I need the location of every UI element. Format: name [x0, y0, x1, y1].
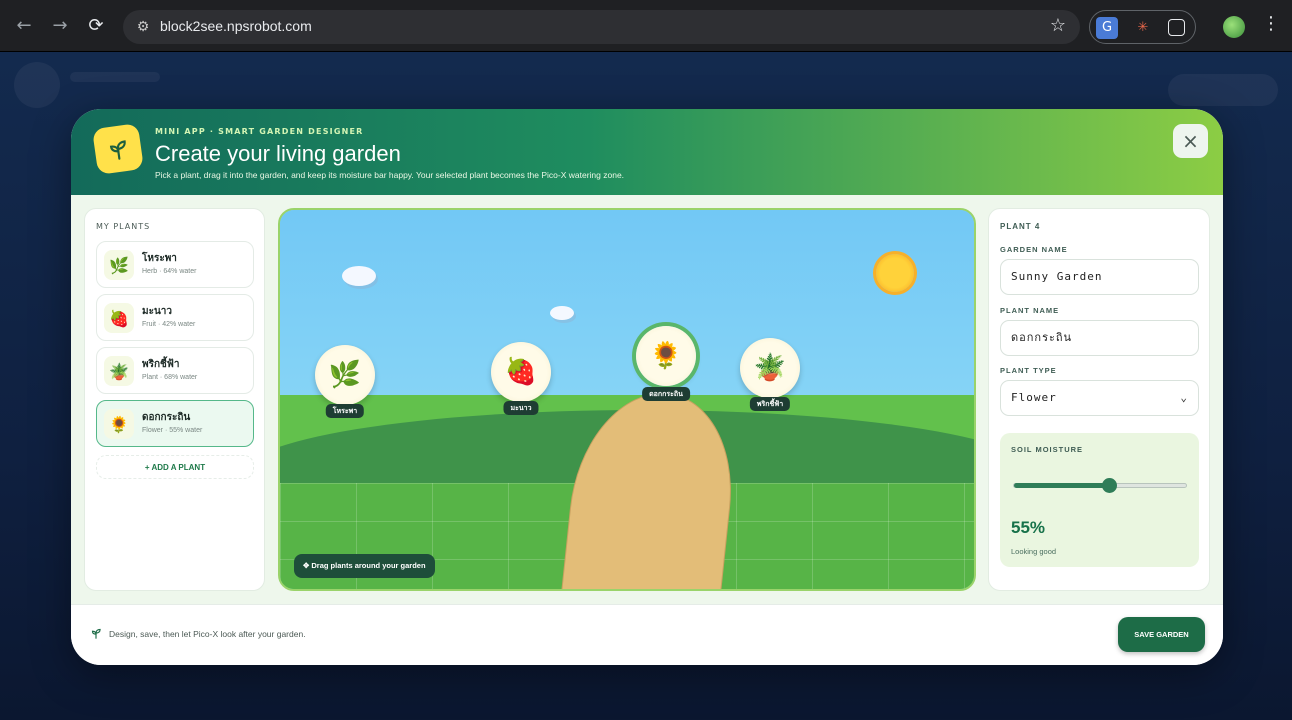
- plant-heading: PLANT 4: [1000, 222, 1041, 231]
- garden-plant-sunflower-selected[interactable]: 🌻: [636, 326, 696, 386]
- sun-icon: [876, 254, 914, 292]
- moisture-slider-fill: [1014, 483, 1109, 488]
- plant-card-3[interactable]: 🪴 พริกชี้ฟ้า Plant · 68% water: [96, 347, 254, 394]
- garden-name-label: GARDEN NAME: [1000, 245, 1068, 254]
- soil-moisture-card: SOIL MOISTURE 55% Looking good: [1000, 433, 1199, 567]
- garden-plant-label: พริกชี้ฟ้า: [749, 397, 791, 411]
- soil-moisture-label: SOIL MOISTURE: [1011, 445, 1084, 454]
- backdrop-text: [70, 72, 160, 82]
- back-icon[interactable]: ←: [12, 14, 36, 38]
- sky: [280, 210, 974, 400]
- puzzle-extensions-icon[interactable]: [1168, 19, 1185, 36]
- profile-avatar[interactable]: [1223, 16, 1245, 38]
- chevron-down-icon: ⌄: [1180, 391, 1188, 404]
- plant-card-meta: Plant · 68% water: [142, 374, 198, 381]
- potted-plant-icon: 🪴: [104, 356, 134, 386]
- plant-type-label: PLANT TYPE: [1000, 366, 1057, 375]
- plant-name-field[interactable]: ดอกกระถิน: [1000, 320, 1199, 356]
- herb-icon: 🌿: [104, 250, 134, 280]
- browser-menu-icon[interactable]: ⋮: [1262, 13, 1280, 34]
- drag-hint: ✥ Drag plants around your garden: [294, 554, 435, 578]
- backdrop-logo: [14, 62, 60, 108]
- url-text[interactable]: block2see.npsrobot.com: [160, 18, 312, 34]
- close-icon[interactable]: ×: [1173, 124, 1208, 158]
- modal-header: MINI APP · SMART GARDEN DESIGNER Create …: [71, 109, 1223, 195]
- plant-card-meta: Flower · 55% water: [142, 427, 203, 434]
- moisture-value: 55%: [1011, 518, 1046, 537]
- plant-card-name: ดอกกระถิน: [142, 412, 191, 423]
- sprout-logo-icon: [92, 123, 144, 175]
- moisture-slider-thumb[interactable]: [1101, 478, 1117, 493]
- plant-card-meta: Fruit · 42% water: [142, 321, 196, 328]
- plant-type-select[interactable]: Flower ⌄: [1000, 380, 1199, 416]
- site-settings-icon[interactable]: ⚙: [133, 17, 153, 37]
- modal-subtitle: Pick a plant, drag it into the garden, a…: [155, 170, 625, 180]
- plant-details-panel: PLANT 4 GARDEN NAME Sunny Garden PLANT N…: [988, 208, 1210, 591]
- garden-canvas[interactable]: 🌿 โหระพา 🍓 มะนาว 🌻 ดอกกระถิน 🪴 พริกชี้ฟ้…: [278, 208, 976, 591]
- modal-title: Create your living garden: [155, 141, 401, 166]
- plants-panel-title: MY PLANTS: [96, 222, 151, 231]
- garden-name-field[interactable]: Sunny Garden: [1000, 259, 1199, 295]
- garden-plant-strawberry[interactable]: 🍓: [491, 342, 551, 402]
- modal-body: MY PLANTS 🌿 โหระพา Herb · 64% water 🍓 มะ…: [71, 195, 1223, 604]
- garden-plant-potted[interactable]: 🪴: [740, 338, 800, 398]
- bookmark-star-icon[interactable]: ☆: [1050, 15, 1066, 36]
- moisture-slider[interactable]: [1013, 478, 1187, 493]
- garden-plant-label: มะนาว: [503, 401, 539, 415]
- plant-card-name: โหระพา: [142, 253, 177, 264]
- sunflower-icon: 🌻: [104, 409, 134, 439]
- header-eyebrow: MINI APP · SMART GARDEN DESIGNER: [155, 127, 364, 136]
- add-plant-button[interactable]: + ADD A PLANT: [96, 455, 254, 479]
- backdrop-button: [1168, 74, 1278, 106]
- garden-plant-label: ดอกกระถิน: [642, 387, 690, 401]
- garden-designer-modal: MINI APP · SMART GARDEN DESIGNER Create …: [71, 109, 1223, 665]
- cloud-icon: [342, 266, 376, 286]
- plant-card-name: พริกชี้ฟ้า: [142, 359, 180, 370]
- plant-card-1[interactable]: 🌿 โหระพา Herb · 64% water: [96, 241, 254, 288]
- asterisk-extension-icon[interactable]: ✳: [1132, 17, 1154, 39]
- save-garden-button[interactable]: SAVE GARDEN: [1118, 617, 1205, 652]
- browser-toolbar: ← → ⟳ ⚙ block2see.npsrobot.com ☆ G ✳ ⋮: [0, 0, 1292, 52]
- reload-icon[interactable]: ⟳: [84, 14, 108, 38]
- sprout-icon: [91, 628, 101, 639]
- plant-card-name: มะนาว: [142, 306, 173, 317]
- footer-note: Design, save, then let Pico-X look after…: [109, 629, 306, 639]
- modal-footer: Design, save, then let Pico-X look after…: [71, 604, 1223, 665]
- plant-card-4-selected[interactable]: 🌻 ดอกกระถิน Flower · 55% water: [96, 400, 254, 447]
- plants-panel: MY PLANTS 🌿 โหระพา Herb · 64% water 🍓 มะ…: [84, 208, 265, 591]
- extensions-group: G ✳: [1089, 10, 1196, 44]
- garden-plant-label: โหระพา: [325, 404, 365, 418]
- plant-type-value: Flower: [1011, 391, 1057, 404]
- translate-icon[interactable]: G: [1096, 17, 1118, 39]
- moisture-status: Looking good: [1011, 547, 1057, 556]
- plant-card-2[interactable]: 🍓 มะนาว Fruit · 42% water: [96, 294, 254, 341]
- garden-plant-herb[interactable]: 🌿: [315, 345, 375, 405]
- cloud-icon: [550, 306, 574, 320]
- plant-card-meta: Herb · 64% water: [142, 268, 197, 275]
- address-bar[interactable]: ⚙ block2see.npsrobot.com ☆: [123, 10, 1080, 44]
- strawberry-icon: 🍓: [104, 303, 134, 333]
- plant-name-label: PLANT NAME: [1000, 306, 1060, 315]
- forward-icon[interactable]: →: [48, 14, 72, 38]
